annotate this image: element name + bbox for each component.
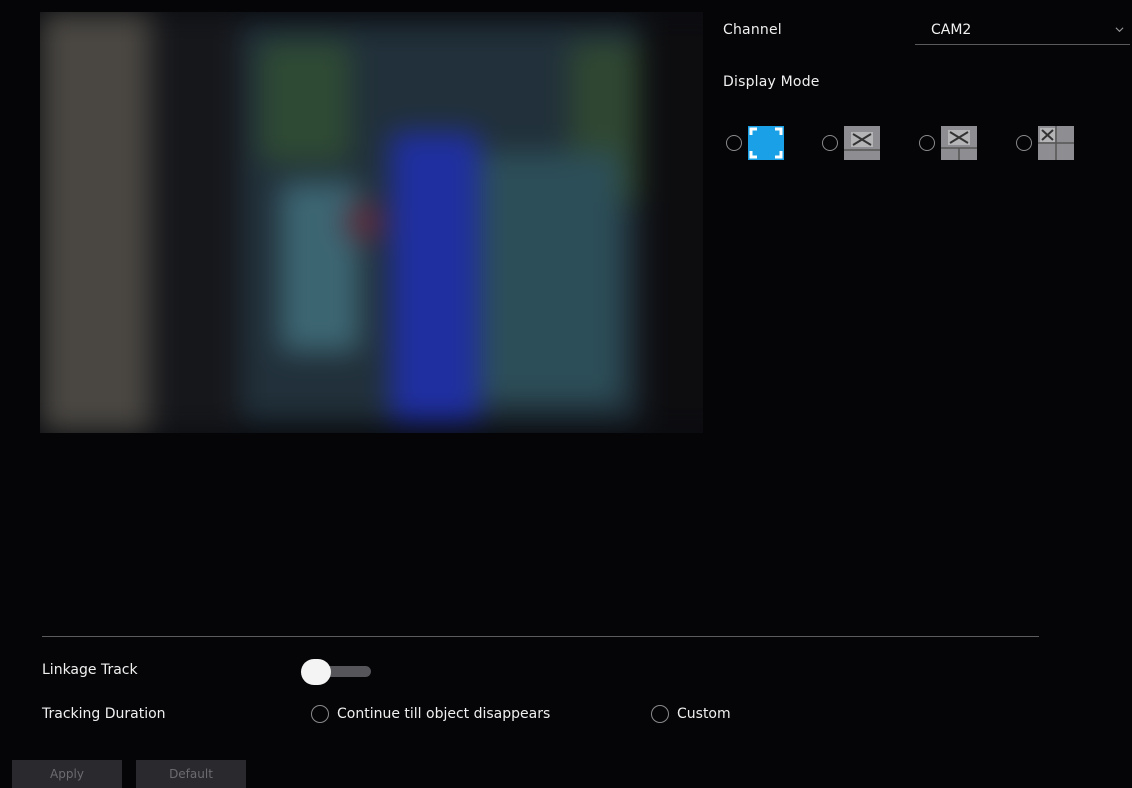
default-button[interactable]: Default (136, 760, 246, 788)
tracking-duration-label: Tracking Duration (42, 706, 166, 722)
tracking-option-continue-label: Continue till object disappears (337, 706, 551, 722)
radio-button[interactable] (1016, 135, 1032, 151)
tracking-option-continue[interactable]: Continue till object disappears (311, 705, 550, 723)
radio-button[interactable] (822, 135, 838, 151)
section-divider (42, 636, 1039, 637)
display-mode-option-split-2[interactable] (822, 126, 880, 160)
channel-select[interactable]: CAM2 (915, 19, 1130, 45)
apply-button[interactable]: Apply (12, 760, 122, 788)
tracking-option-custom-label: Custom (677, 706, 731, 722)
display-mode-option-fullscreen[interactable] (726, 126, 784, 160)
toggle-knob (301, 659, 331, 685)
radio-button[interactable] (919, 135, 935, 151)
display-mode-label: Display Mode (723, 74, 820, 90)
display-mode-option-split-4[interactable] (1016, 126, 1074, 160)
linkage-track-label: Linkage Track (42, 662, 138, 678)
tracking-option-custom[interactable]: Custom (651, 705, 731, 723)
split-4-icon (1038, 126, 1074, 160)
split-2-icon (844, 126, 880, 160)
split-3-icon (941, 126, 977, 160)
linkage-track-toggle[interactable] (301, 658, 373, 686)
chevron-down-icon (1115, 27, 1124, 33)
radio-button[interactable] (726, 135, 742, 151)
preview-image (40, 12, 703, 433)
smart-tracking-settings-page: Channel CAM2 Display Mode Linkage Track … (0, 0, 1132, 788)
display-mode-option-split-3[interactable] (919, 126, 977, 160)
radio-button[interactable] (651, 705, 669, 723)
channel-select-value: CAM2 (931, 22, 972, 38)
live-video-preview (40, 12, 703, 433)
channel-label: Channel (723, 22, 782, 38)
fullscreen-icon (748, 126, 784, 160)
radio-button[interactable] (311, 705, 329, 723)
